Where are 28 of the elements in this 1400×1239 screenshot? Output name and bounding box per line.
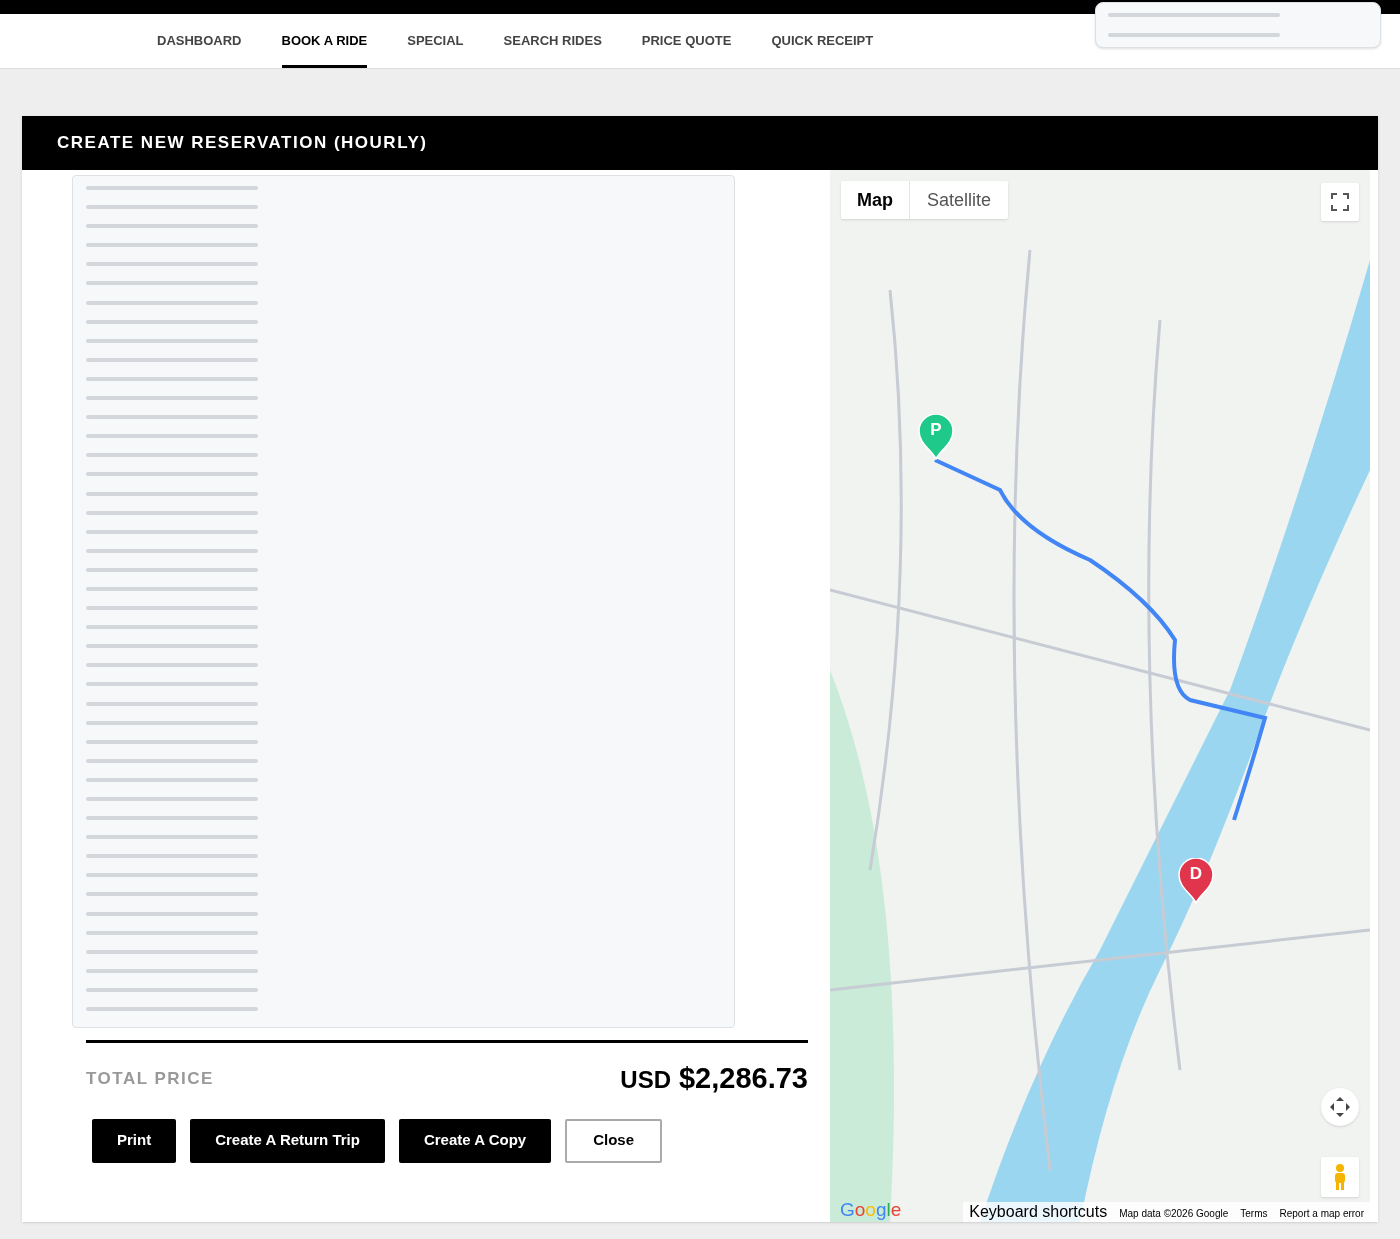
action-button[interactable]: Create A Return Trip [190, 1118, 385, 1163]
map-type-tab[interactable]: Map [841, 181, 909, 219]
total-price-amount: $2,286.73 [679, 1061, 808, 1096]
map-type-tab[interactable]: Satellite [909, 181, 1009, 219]
move-arrows-icon [1328, 1095, 1352, 1119]
nav-tab[interactable]: BOOK A RIDE [281, 14, 368, 68]
fullscreen-button[interactable] [1321, 183, 1359, 221]
action-button[interactable]: Print [92, 1118, 177, 1163]
nav-tab[interactable]: PRICE QUOTE [641, 14, 732, 68]
person-icon [1332, 1163, 1348, 1191]
fullscreen-icon [1331, 193, 1349, 211]
nav-tab[interactable]: SEARCH RIDES [503, 14, 602, 68]
nav-tab[interactable]: DASHBOARD [157, 14, 242, 68]
total-price-label: TOTAL PRICE [86, 1068, 214, 1090]
map[interactable]: P D Map Satellite Google Keyboard shortcuts Map data ©2026 Google Terms Report a map error [830, 170, 1370, 1222]
action-button[interactable]: Close [565, 1118, 663, 1163]
map-pin[interactable]: D [1178, 858, 1214, 904]
map-attribution: Map data ©2026 Google [1119, 1207, 1229, 1221]
nav-tab[interactable]: SPECIAL [407, 14, 464, 68]
camera-control[interactable] [1321, 1088, 1359, 1126]
nav-tab[interactable]: QUICK RECEIPT [771, 14, 874, 68]
card-title: CREATE NEW RESERVATION (HOURLY) [57, 132, 428, 155]
map-link[interactable]: Report a map error [1279, 1206, 1364, 1222]
currency-code: USD [620, 1065, 671, 1095]
map-link[interactable]: Keyboard shortcuts [969, 1202, 1108, 1222]
action-button[interactable]: Create A Copy [398, 1118, 552, 1163]
map-link[interactable]: Terms [1240, 1206, 1268, 1222]
map-logo: Google [840, 1198, 902, 1222]
